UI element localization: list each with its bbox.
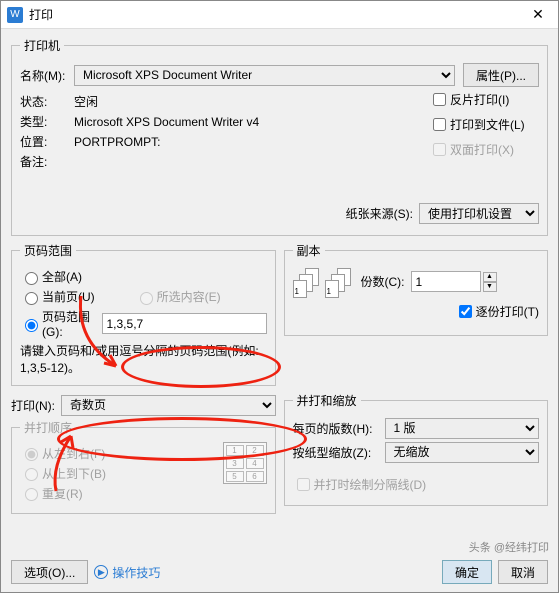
tb-radio: 从上到下(B) bbox=[20, 465, 106, 482]
copies-label: 份数(C): bbox=[361, 273, 405, 290]
where-label: 位置: bbox=[20, 133, 74, 150]
lr-radio: 从左到右(F) bbox=[20, 445, 105, 462]
source-label: 纸张来源(S): bbox=[346, 205, 413, 222]
collate-icon: 321 321 bbox=[293, 268, 353, 302]
type-value: Microsoft XPS Document Writer v4 bbox=[74, 115, 259, 129]
printer-select[interactable]: Microsoft XPS Document Writer bbox=[74, 65, 455, 86]
layout-icon: 123456 bbox=[223, 442, 267, 484]
titlebar: W 打印 ✕ bbox=[1, 1, 558, 29]
ok-button[interactable]: 确定 bbox=[442, 560, 492, 584]
comment-label: 备注: bbox=[20, 153, 74, 170]
tofile-checkbox[interactable]: 打印到文件(L) bbox=[429, 115, 539, 134]
merge-legend: 并打顺序 bbox=[20, 419, 76, 436]
zoom-legend: 并打和缩放 bbox=[293, 392, 361, 409]
copies-fieldset: 副本 321 321 份数(C): ▲ ▼ bbox=[284, 242, 549, 336]
tips-link[interactable]: ▶操作技巧 bbox=[94, 564, 160, 581]
status-value: 空闲 bbox=[74, 93, 98, 110]
close-button[interactable]: ✕ bbox=[518, 1, 558, 29]
status-label: 状态: bbox=[20, 93, 74, 110]
options-button[interactable]: 选项(O)... bbox=[11, 560, 88, 584]
spin-down-icon[interactable]: ▼ bbox=[483, 282, 497, 292]
lines-checkbox: 并打时绘制分隔线(D) bbox=[293, 475, 427, 494]
copies-legend: 副本 bbox=[293, 242, 325, 259]
pps-select[interactable]: 1 版 bbox=[385, 418, 540, 439]
repeat-radio: 重复(R) bbox=[20, 485, 83, 502]
print-what-select[interactable]: 奇数页 bbox=[61, 395, 276, 416]
scale-select[interactable]: 无缩放 bbox=[385, 442, 540, 463]
source-select[interactable]: 使用打印机设置 bbox=[419, 203, 539, 224]
watermark: 头条 @经纬打印 bbox=[466, 538, 552, 556]
merge-fieldset: 并打顺序 从左到右(F) 从上到下(B) 重复(R) 123456 bbox=[11, 419, 276, 514]
cancel-button[interactable]: 取消 bbox=[498, 560, 548, 584]
name-label: 名称(M): bbox=[20, 67, 74, 84]
scale-label: 按纸型缩放(Z): bbox=[293, 444, 385, 461]
current-radio[interactable]: 当前页(U) bbox=[20, 288, 95, 305]
zoom-fieldset: 并打和缩放 每页的版数(H):1 版 按纸型缩放(Z):无缩放 并打时绘制分隔线… bbox=[284, 392, 549, 506]
properties-button[interactable]: 属性(P)... bbox=[463, 63, 539, 87]
where-value: PORTPROMPT: bbox=[74, 135, 160, 149]
collate-checkbox[interactable]: 逐份打印(T) bbox=[455, 302, 539, 321]
spin-up-icon[interactable]: ▲ bbox=[483, 272, 497, 282]
pages-input[interactable] bbox=[102, 313, 267, 334]
range-fieldset: 页码范围 全部(A) 当前页(U) 所选内容(E) 页码范围(G): 请键入页码… bbox=[11, 242, 276, 386]
app-icon: W bbox=[7, 7, 23, 23]
copies-input[interactable] bbox=[411, 271, 481, 292]
range-hint: 请键入页码和/或用逗号分隔的页码范围(例如: 1,3,5-12)。 bbox=[20, 343, 267, 377]
duplex-checkbox: 双面打印(X) bbox=[429, 140, 539, 159]
type-label: 类型: bbox=[20, 113, 74, 130]
all-radio[interactable]: 全部(A) bbox=[20, 268, 82, 285]
printer-legend: 打印机 bbox=[20, 37, 64, 54]
pages-radio[interactable]: 页码范围(G): bbox=[20, 308, 98, 339]
pps-label: 每页的版数(H): bbox=[293, 420, 385, 437]
range-legend: 页码范围 bbox=[20, 242, 76, 259]
play-icon: ▶ bbox=[94, 565, 108, 579]
print-what-label: 打印(N): bbox=[11, 397, 55, 414]
printer-fieldset: 打印机 名称(M): Microsoft XPS Document Writer… bbox=[11, 37, 548, 236]
reverse-checkbox[interactable]: 反片打印(I) bbox=[429, 90, 539, 109]
window-title: 打印 bbox=[29, 6, 518, 23]
selection-radio: 所选内容(E) bbox=[135, 288, 221, 305]
